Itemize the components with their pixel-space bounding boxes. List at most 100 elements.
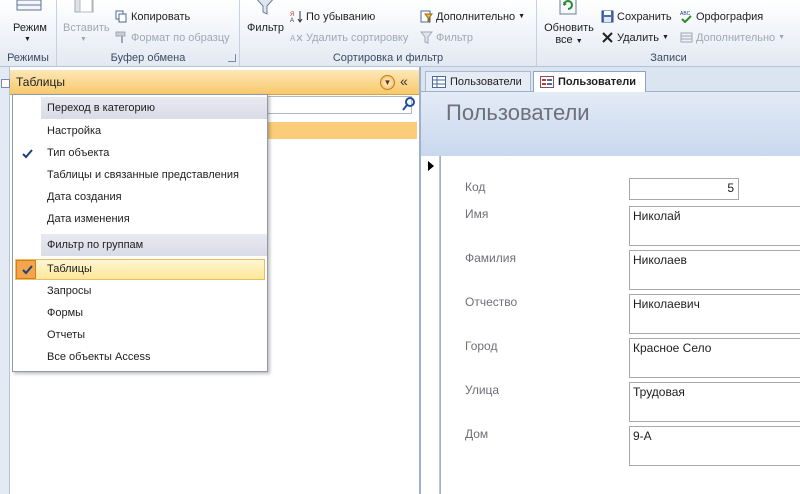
users-form: Пользователи Код 5 Имя Николай Фамилия Н… — [421, 92, 800, 494]
nav-collapse-icon[interactable]: « — [400, 73, 408, 89]
delete-record-button[interactable]: Удалить ▼ — [601, 31, 669, 44]
sort-descending-icon: ЯА — [290, 10, 303, 23]
view-button[interactable]: Режим — [13, 22, 47, 34]
nav-selected-row[interactable] — [266, 122, 417, 139]
field-patronymic-input[interactable]: Николаевич — [629, 294, 800, 334]
more-dropdown-icon: ▼ — [778, 34, 786, 41]
field-id-input[interactable]: 5 — [629, 178, 739, 200]
nav-title: Таблицы — [16, 75, 66, 89]
group-views: Режим ▼ Режимы — [0, 0, 57, 66]
nav-menu-dropdown-icon[interactable]: ▼ — [380, 75, 395, 90]
group-records: Обновить все ▼ Сохранить Удалить ▼ ABC О… — [537, 0, 800, 66]
more-records-label: Дополнительно — [696, 31, 776, 44]
menu-item-modified-date-label: Дата изменения — [47, 213, 130, 225]
refresh-dropdown-icon: ▼ — [575, 38, 583, 45]
form-detail: Код 5 Имя Николай Фамилия Николаев Отчес… — [440, 156, 800, 494]
paste-icon — [69, 0, 99, 14]
nav-header[interactable]: Таблицы ▼ « — [10, 70, 419, 95]
tab-users-table[interactable]: Пользователи — [425, 71, 531, 91]
filter-icon — [250, 0, 280, 16]
left-strip — [0, 67, 10, 494]
menu-item-tables-related-label: Таблицы и связанные представления — [47, 169, 239, 181]
field-label-id: Код — [465, 180, 486, 194]
copy-label: Копировать — [131, 10, 191, 23]
copy-icon — [115, 10, 128, 23]
field-label-house: Дом — [465, 427, 489, 441]
save-icon — [601, 10, 614, 23]
form-icon — [540, 76, 554, 88]
group-clipboard: Вставить ▼ Копировать Формат по образцу … — [57, 0, 240, 66]
nav-search-input[interactable] — [264, 96, 412, 114]
menu-item-created-date[interactable]: Дата создания — [13, 187, 267, 209]
group-label-sort-filter: Сортировка и фильтр — [332, 52, 444, 64]
menu-item-tables-related[interactable]: Таблицы и связанные представления — [13, 165, 267, 187]
menu-section-navigate: Переход в категорию — [41, 97, 267, 119]
form-header: Пользователи — [421, 92, 800, 156]
field-last-name-input[interactable]: Николаев — [629, 250, 800, 290]
toggle-filter-button[interactable]: Фильтр — [420, 31, 473, 44]
menu-item-forms-label: Формы — [47, 307, 84, 319]
field-city-input[interactable]: Красное Село — [629, 338, 800, 378]
menu-item-forms[interactable]: Формы — [13, 303, 267, 325]
copy-button[interactable]: Копировать — [115, 10, 190, 23]
menu-item-queries[interactable]: Запросы — [13, 281, 267, 303]
nav-category-menu: Переход в категорию Настройка Тип объект… — [12, 94, 268, 372]
menu-section-filter-groups: Фильтр по группам — [41, 234, 267, 256]
refresh-label-line2: все — [555, 34, 573, 46]
group-label-records: Записи — [650, 52, 687, 64]
more-records-button[interactable]: Дополнительно ▼ — [680, 31, 785, 44]
field-house-input[interactable]: 9-А — [629, 426, 800, 466]
spelling-label: Орфография — [696, 10, 764, 23]
tab-users-table-label: Пользователи — [450, 75, 522, 88]
menu-item-custom[interactable]: Настройка — [13, 121, 267, 143]
menu-item-custom-label: Настройка — [47, 125, 102, 137]
field-label-last-name: Фамилия — [465, 251, 516, 265]
advanced-filter-icon — [420, 10, 433, 23]
sort-descending-label: По убыванию — [306, 10, 376, 23]
refresh-all-button[interactable]: Обновить все ▼ — [541, 22, 597, 46]
paste-button[interactable]: Вставить — [63, 22, 110, 34]
remove-sort-icon: А — [290, 31, 303, 44]
menu-item-reports[interactable]: Отчеты — [13, 325, 267, 347]
menu-item-queries-label: Запросы — [47, 285, 92, 297]
checkmark-icon — [21, 147, 34, 160]
filter-label: Фильтр — [247, 22, 284, 34]
group-sort-filter: Фильтр ЯА По убыванию А Удалить сортиров… — [240, 0, 537, 66]
tab-users-form[interactable]: Пользователи — [533, 71, 646, 92]
advanced-filter-button[interactable]: Дополнительно ▼ — [420, 10, 525, 23]
record-selector[interactable] — [421, 156, 440, 494]
strip-button-icon[interactable] — [1, 79, 10, 88]
menu-item-object-type-label: Тип объекта — [47, 147, 110, 159]
view-icon — [14, 0, 44, 14]
field-first-name-input[interactable]: Николай — [629, 206, 800, 246]
delete-dropdown-icon: ▼ — [662, 34, 669, 41]
menu-item-tables[interactable]: Таблицы — [13, 259, 267, 281]
search-icon[interactable] — [402, 96, 416, 112]
current-record-arrow-icon — [428, 161, 434, 171]
form-title: Пользователи — [446, 100, 590, 125]
delete-icon — [601, 31, 614, 44]
filter-button[interactable]: Фильтр — [247, 22, 284, 34]
paste-label: Вставить — [63, 22, 110, 34]
menu-item-modified-date[interactable]: Дата изменения — [13, 209, 267, 231]
spelling-button[interactable]: ABC Орфография — [680, 10, 763, 23]
menu-item-object-type[interactable]: Тип объекта — [13, 143, 267, 165]
document-tabs: Пользователи Пользователи — [421, 67, 800, 92]
paste-dropdown-icon[interactable]: ▼ — [80, 36, 87, 43]
sort-descending-button[interactable]: ЯА По убыванию — [290, 10, 376, 24]
menu-item-all-objects[interactable]: Все объекты Access — [13, 347, 267, 369]
format-painter-button[interactable]: Формат по образцу — [115, 31, 230, 44]
remove-sort-button[interactable]: А Удалить сортировку — [290, 31, 408, 44]
field-street-input[interactable]: Трудовая — [629, 382, 800, 422]
refresh-label-line1: Обновить — [544, 22, 594, 34]
view-button-label: Режим — [13, 22, 47, 34]
more-icon — [680, 31, 693, 44]
spelling-icon: ABC — [680, 10, 693, 23]
clipboard-launcher-icon[interactable] — [228, 54, 236, 62]
advanced-filter-dropdown-icon: ▼ — [518, 13, 526, 20]
refresh-icon — [553, 0, 583, 16]
field-label-street: Улица — [465, 383, 500, 397]
view-dropdown-icon[interactable]: ▼ — [24, 36, 31, 43]
save-record-button[interactable]: Сохранить — [601, 10, 672, 23]
tab-users-form-label: Пользователи — [558, 76, 637, 88]
